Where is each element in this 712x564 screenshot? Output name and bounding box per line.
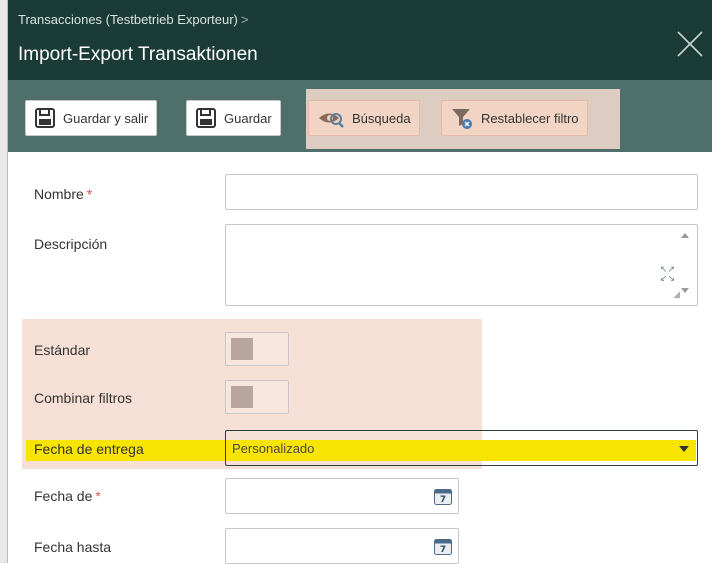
reset-filter-label: Restablecer filtro [481,110,579,126]
combine-filters-toggle[interactable] [225,380,289,414]
svg-text:7: 7 [440,545,446,555]
date-to-input[interactable]: 7 [225,528,459,564]
eye-search-icon [317,108,345,128]
toggle-knob [231,386,253,408]
floppy-disk-icon [34,107,56,129]
filter-reset-icon [450,106,474,130]
save-button[interactable]: Guardar [186,100,281,136]
delivery-date-label: Fecha de entrega [34,441,144,457]
svg-text:7: 7 [440,495,446,505]
combine-filters-label: Combinar filtros [34,390,133,406]
reset-filter-button[interactable]: Restablecer filtro [441,100,588,136]
required-marker: * [95,488,101,504]
dialog-window: Transacciones (Testbetrieb Exporteur) > I… [0,0,712,564]
required-marker: * [86,186,93,202]
delivery-date-select[interactable]: Personalizado [225,430,698,466]
breadcrumb[interactable]: Transacciones (Testbetrieb Exporteur) > [18,12,248,27]
scroll-down-arrow-icon[interactable] [681,288,689,293]
calendar-icon[interactable]: 7 [434,538,452,555]
date-from-label: Fecha de * [34,488,101,504]
chevron-down-icon [679,446,689,452]
name-input[interactable] [225,174,698,210]
standard-label: Estándar [34,342,91,358]
floppy-disk-icon [195,107,217,129]
page-edge [0,0,8,563]
breadcrumb-separator: > [240,12,249,27]
toolbar: Guardar y salir Guardar Búsqueda Restabl… [8,80,712,152]
name-label: Nombre * [34,186,92,202]
search-label: Búsqueda [352,110,411,126]
date-from-label-text: Fecha de [34,488,93,504]
expand-icon[interactable]: ↖↗ ↙↘ [660,265,675,283]
date-from-input[interactable]: 7 [225,478,459,514]
dialog-header: Transacciones (Testbetrieb Exporteur) > I… [8,0,712,80]
breadcrumb-link[interactable]: Transacciones (Testbetrieb Exporteur) [18,12,238,27]
description-textarea[interactable]: ↖↗ ↙↘ ◢ [225,224,698,306]
filter-form: Nombre * Descripción ↖↗ ↙↘ ◢ Estándar Comb… [8,152,712,564]
save-and-exit-label: Guardar y salir [63,110,149,126]
calendar-icon[interactable]: 7 [434,488,452,505]
description-label: Descripción [34,236,108,252]
resize-handle-icon[interactable]: ◢ [673,289,680,300]
page-title: Import-Export Transaktionen [18,44,258,65]
scroll-up-arrow-icon[interactable] [681,233,689,238]
save-label: Guardar [224,110,272,126]
close-icon[interactable] [676,30,704,58]
search-button[interactable]: Búsqueda [308,100,420,136]
delivery-date-value: Personalizado [232,441,315,456]
date-to-label: Fecha hasta [34,539,112,555]
toggle-knob [231,338,253,360]
save-and-exit-button[interactable]: Guardar y salir [25,100,158,136]
standard-toggle[interactable] [225,332,289,366]
name-label-text: Nombre [34,186,84,202]
